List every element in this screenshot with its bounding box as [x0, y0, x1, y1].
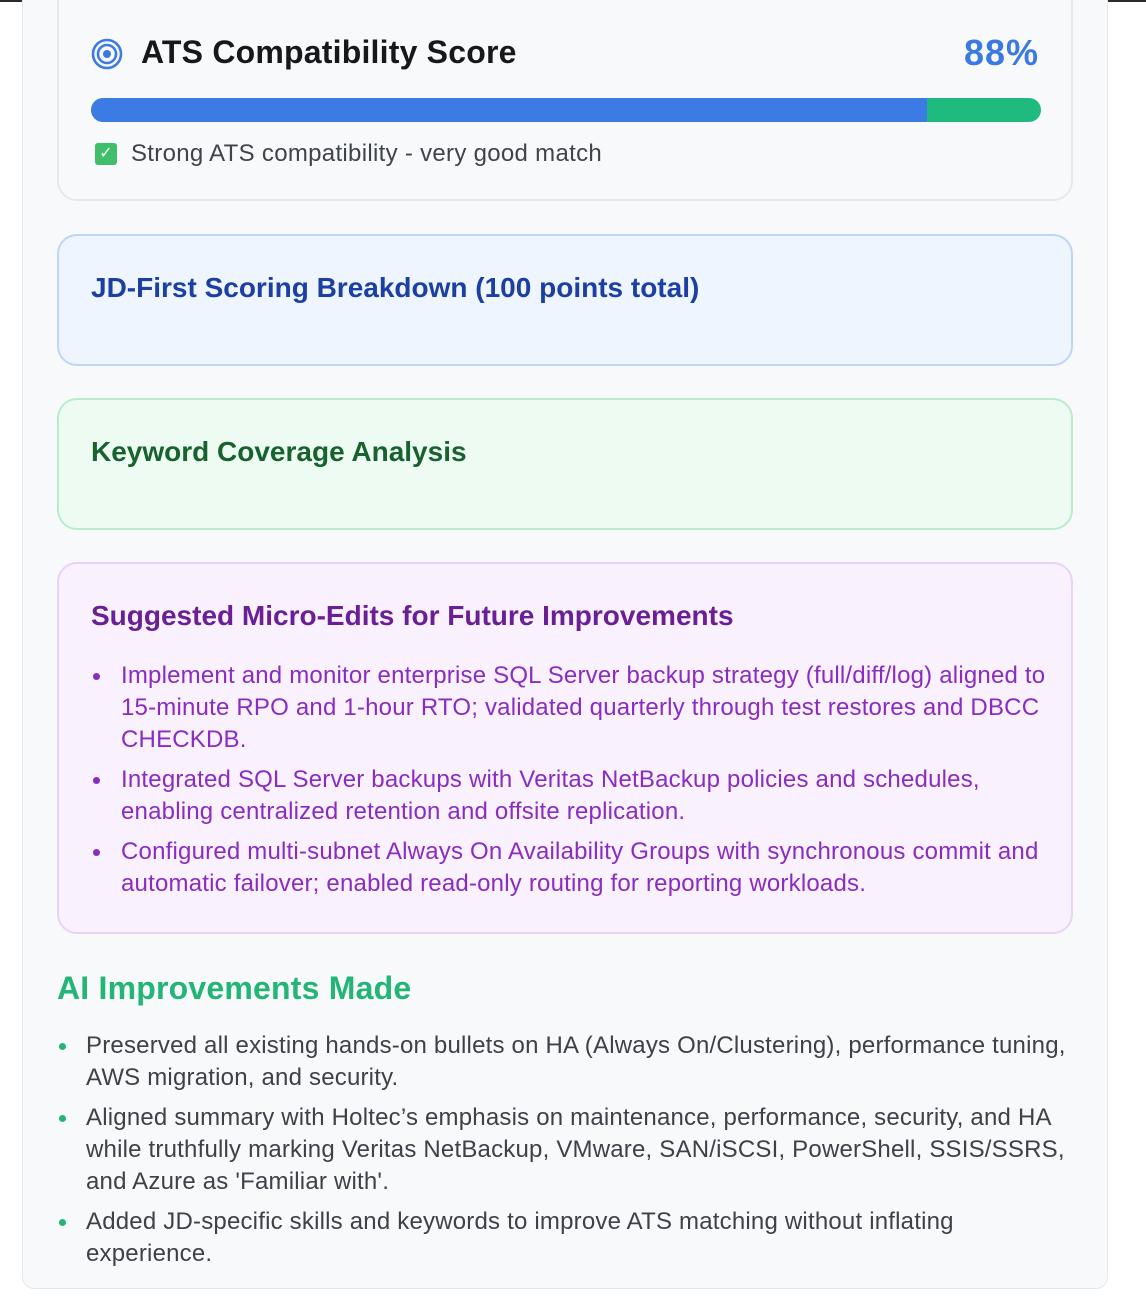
micro-edits-card: Suggested Micro-Edits for Future Improve… — [57, 562, 1073, 934]
ats-score-value: 88% — [963, 32, 1039, 73]
ats-score-header: ATS Compatibility Score 88% — [91, 32, 1039, 76]
micro-edit-item: Implement and monitor enterprise SQL Ser… — [93, 660, 1051, 756]
ats-status-text: Strong ATS compatibility - very good mat… — [131, 140, 603, 167]
micro-edit-item: Configured multi-subnet Always On Availa… — [93, 836, 1051, 900]
micro-edit-item: Integrated SQL Server backups with Verit… — [93, 764, 1051, 828]
ats-score-title: ATS Compatibility Score — [141, 34, 517, 70]
ai-improvements-title: AI Improvements Made — [57, 970, 412, 1006]
micro-edits-title: Suggested Micro-Edits for Future Improve… — [91, 600, 734, 631]
keyword-coverage-title: Keyword Coverage Analysis — [91, 436, 467, 467]
check-mark-icon: ✓ — [95, 143, 117, 165]
ai-improvement-item: Added JD-specific skills and keywords to… — [59, 1206, 1076, 1270]
jd-scoring-breakdown-card: JD-First Scoring Breakdown (100 points t… — [57, 234, 1073, 366]
ai-improvement-item: Aligned summary with Holtec’s emphasis o… — [59, 1102, 1076, 1198]
ai-improvement-item: Preserved all existing hands-on bullets … — [59, 1030, 1076, 1094]
micro-edits-list: Implement and monitor enterprise SQL Ser… — [93, 660, 1051, 908]
ai-improvements-list: Preserved all existing hands-on bullets … — [59, 1030, 1076, 1278]
ats-score-progress-fill — [91, 98, 927, 122]
ats-score-card: ATS Compatibility Score 88% ✓ Strong ATS… — [57, 0, 1073, 201]
ats-score-progress-bar — [91, 98, 1041, 122]
target-icon — [91, 38, 123, 70]
jd-scoring-breakdown-title: JD-First Scoring Breakdown (100 points t… — [91, 272, 700, 303]
keyword-coverage-card: Keyword Coverage Analysis — [57, 398, 1073, 530]
